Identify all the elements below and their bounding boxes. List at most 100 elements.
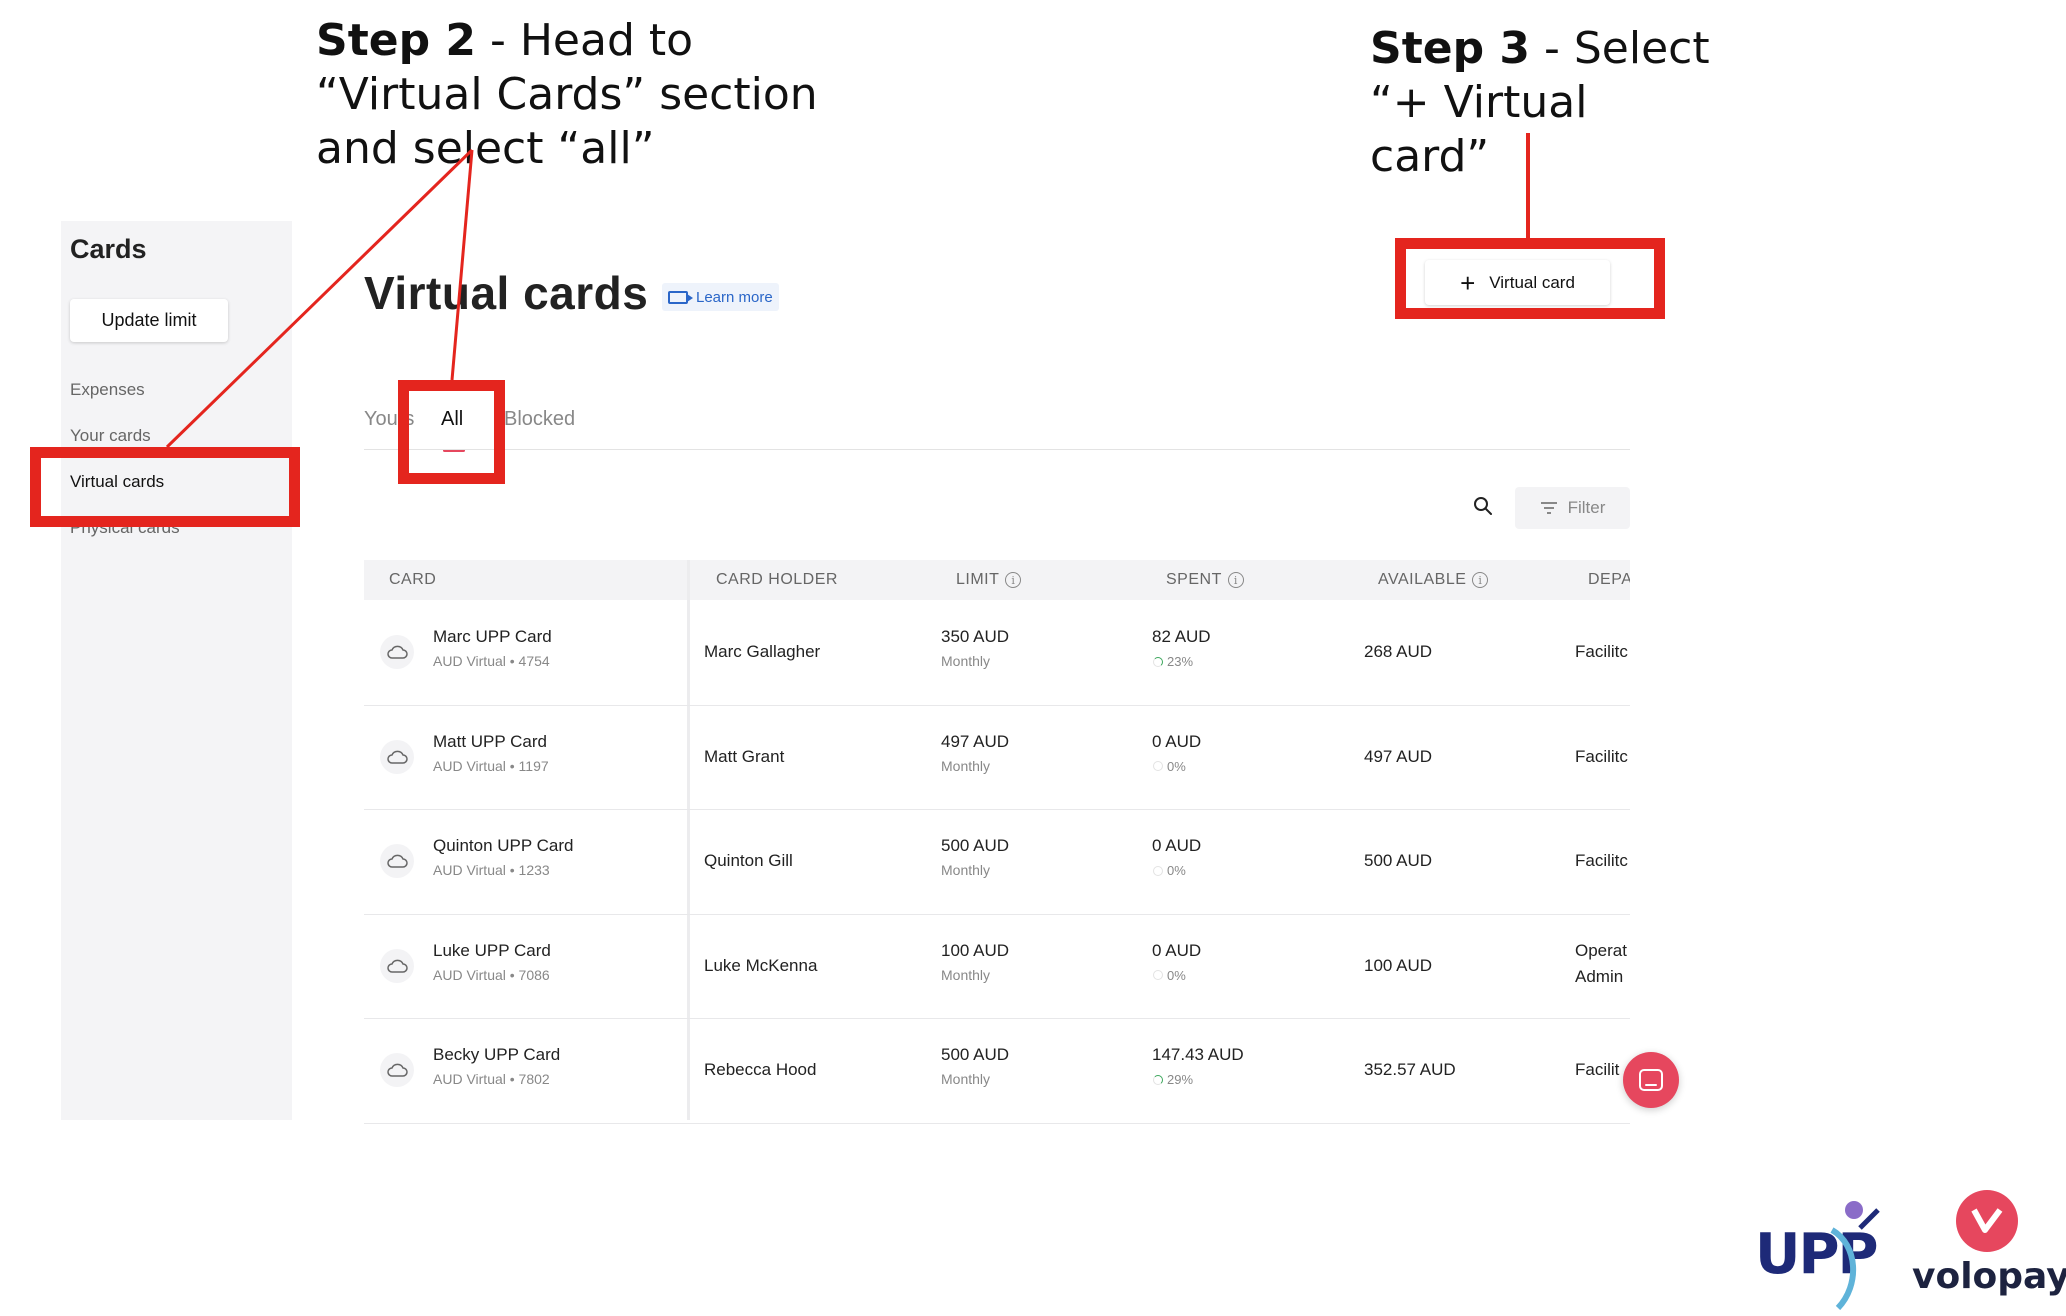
cloud-icon [380, 1053, 414, 1088]
available-value: 500 AUD [1364, 851, 1433, 871]
step-2-pointer-line [450, 149, 474, 381]
progress-ring-icon [1153, 970, 1163, 981]
filter-icon [1540, 502, 1557, 514]
card-subtitle: AUD Virtual • 7086 [433, 966, 550, 983]
spent-percent: 29% [1153, 1072, 1193, 1087]
highlight-box-all-tab [398, 380, 505, 484]
column-header-spent: SPENT i [1166, 571, 1244, 589]
spent-value: 147.43 AUD [1152, 1045, 1244, 1065]
page-title: Virtual cards [364, 267, 649, 319]
card-icon-wrap [380, 739, 414, 774]
card-holder: Luke McKenna [704, 955, 818, 975]
table-row-divider [364, 913, 1630, 915]
filter-label: Filter [1567, 498, 1606, 517]
column-header-card-holder: CARD HOLDER [716, 571, 838, 588]
department-value: Facilitc [1575, 642, 1628, 662]
limit-period: Monthly [941, 1071, 991, 1088]
column-header-card: CARD [389, 571, 437, 588]
column-header-department: DEPARTMENT [1588, 571, 1630, 588]
table-row-divider [364, 704, 1630, 706]
spent-value: 0 AUD [1152, 940, 1202, 960]
progress-ring-icon [1153, 865, 1163, 876]
available-value: 268 AUD [1364, 642, 1433, 662]
volopay-v-icon [1971, 1208, 2003, 1233]
cloud-icon [380, 844, 414, 879]
card-icon-wrap [380, 844, 414, 879]
chat-icon [1639, 1069, 1663, 1091]
department-value: Operat [1575, 940, 1627, 960]
info-icon[interactable]: i [1227, 572, 1244, 588]
step-3-annotation: Step 3 - Select “+ Virtual card” [1370, 23, 1710, 182]
progress-ring-icon [1153, 761, 1163, 772]
card-name[interactable]: Quinton UPP Card [433, 836, 573, 856]
spent-percent: 0% [1153, 863, 1186, 878]
volopay-logo-mark [1956, 1190, 2018, 1252]
filter-button[interactable]: Filter [1515, 487, 1630, 529]
card-subtitle: AUD Virtual • 1233 [433, 862, 550, 879]
spent-value: 82 AUD [1152, 627, 1211, 647]
available-value: 100 AUD [1364, 955, 1433, 975]
limit-value: 350 AUD [941, 627, 1010, 647]
step-2-annotation: Step 2 - Head to “Virtual Cards” section… [316, 15, 818, 174]
tabs-divider [364, 449, 1630, 450]
card-subtitle: AUD Virtual • 1197 [433, 757, 549, 774]
card-name[interactable]: Becky UPP Card [433, 1045, 560, 1065]
available-value: 497 AUD [1364, 746, 1433, 766]
spent-percent: 23% [1153, 654, 1193, 669]
card-icon-wrap [380, 948, 414, 983]
limit-period: Monthly [941, 862, 991, 879]
limit-period: Monthly [941, 757, 991, 774]
spent-value: 0 AUD [1152, 836, 1202, 856]
learn-more-label: Learn more [696, 288, 773, 306]
card-name[interactable]: Luke UPP Card [433, 941, 551, 961]
cloud-icon [380, 948, 414, 983]
column-header-available: AVAILABLE i [1378, 571, 1489, 589]
info-icon[interactable]: i [1472, 572, 1489, 588]
sidebar-title: Cards [70, 234, 147, 264]
department-value-line2: Admin [1575, 966, 1624, 986]
department-value: Facilit [1575, 1060, 1620, 1080]
table-row-divider [364, 1122, 1630, 1124]
volopay-logo: volopay [1912, 1256, 2066, 1297]
annotation-arrows [165, 133, 1530, 449]
card-name[interactable]: Matt UPP Card [433, 732, 547, 752]
limit-value: 500 AUD [941, 1045, 1010, 1065]
highlight-box-virtual-cards [30, 447, 300, 527]
available-value: 352.57 AUD [1364, 1060, 1456, 1080]
tab-blocked[interactable]: Blocked [504, 408, 575, 431]
sidebar-item-expenses[interactable]: Expenses [70, 380, 145, 400]
progress-ring-icon [1153, 656, 1163, 667]
info-icon[interactable]: i [1005, 572, 1022, 588]
cloud-icon [380, 739, 414, 774]
column-header-limit: LIMIT i [956, 571, 1022, 589]
table-row-divider [364, 1018, 1630, 1019]
department-value: Facilitc [1575, 746, 1628, 766]
card-icon-wrap [380, 635, 414, 670]
card-holder: Marc Gallagher [704, 642, 821, 662]
chat-button[interactable] [1623, 1052, 1679, 1108]
card-holder: Rebecca Hood [704, 1060, 817, 1080]
video-camera-icon [668, 290, 693, 304]
column-divider [687, 560, 690, 1120]
spent-value: 0 AUD [1152, 731, 1202, 751]
learn-more-link[interactable]: Learn more [662, 283, 779, 311]
card-holder: Matt Grant [704, 746, 785, 766]
department-value: Facilitc [1575, 851, 1628, 871]
card-holder: Quinton Gill [704, 851, 793, 871]
card-subtitle: AUD Virtual • 4754 [433, 653, 550, 670]
update-limit-button[interactable]: Update limit [70, 299, 228, 342]
limit-value: 500 AUD [941, 836, 1010, 856]
cloud-icon [380, 635, 414, 670]
search-icon[interactable] [1473, 496, 1493, 516]
highlight-box-virtual-card-button [1395, 238, 1665, 319]
spent-percent: 0% [1153, 968, 1186, 983]
upp-logo-swoosh [1830, 1201, 1880, 1310]
progress-ring-icon [1153, 1074, 1163, 1085]
limit-value: 497 AUD [941, 731, 1010, 751]
sidebar-item-your-cards[interactable]: Your cards [70, 426, 151, 446]
card-icon-wrap [380, 1053, 414, 1088]
spent-percent: 0% [1153, 759, 1186, 774]
limit-period: Monthly [941, 966, 991, 983]
table-row-divider [364, 809, 1630, 810]
card-name[interactable]: Marc UPP Card [433, 627, 552, 647]
